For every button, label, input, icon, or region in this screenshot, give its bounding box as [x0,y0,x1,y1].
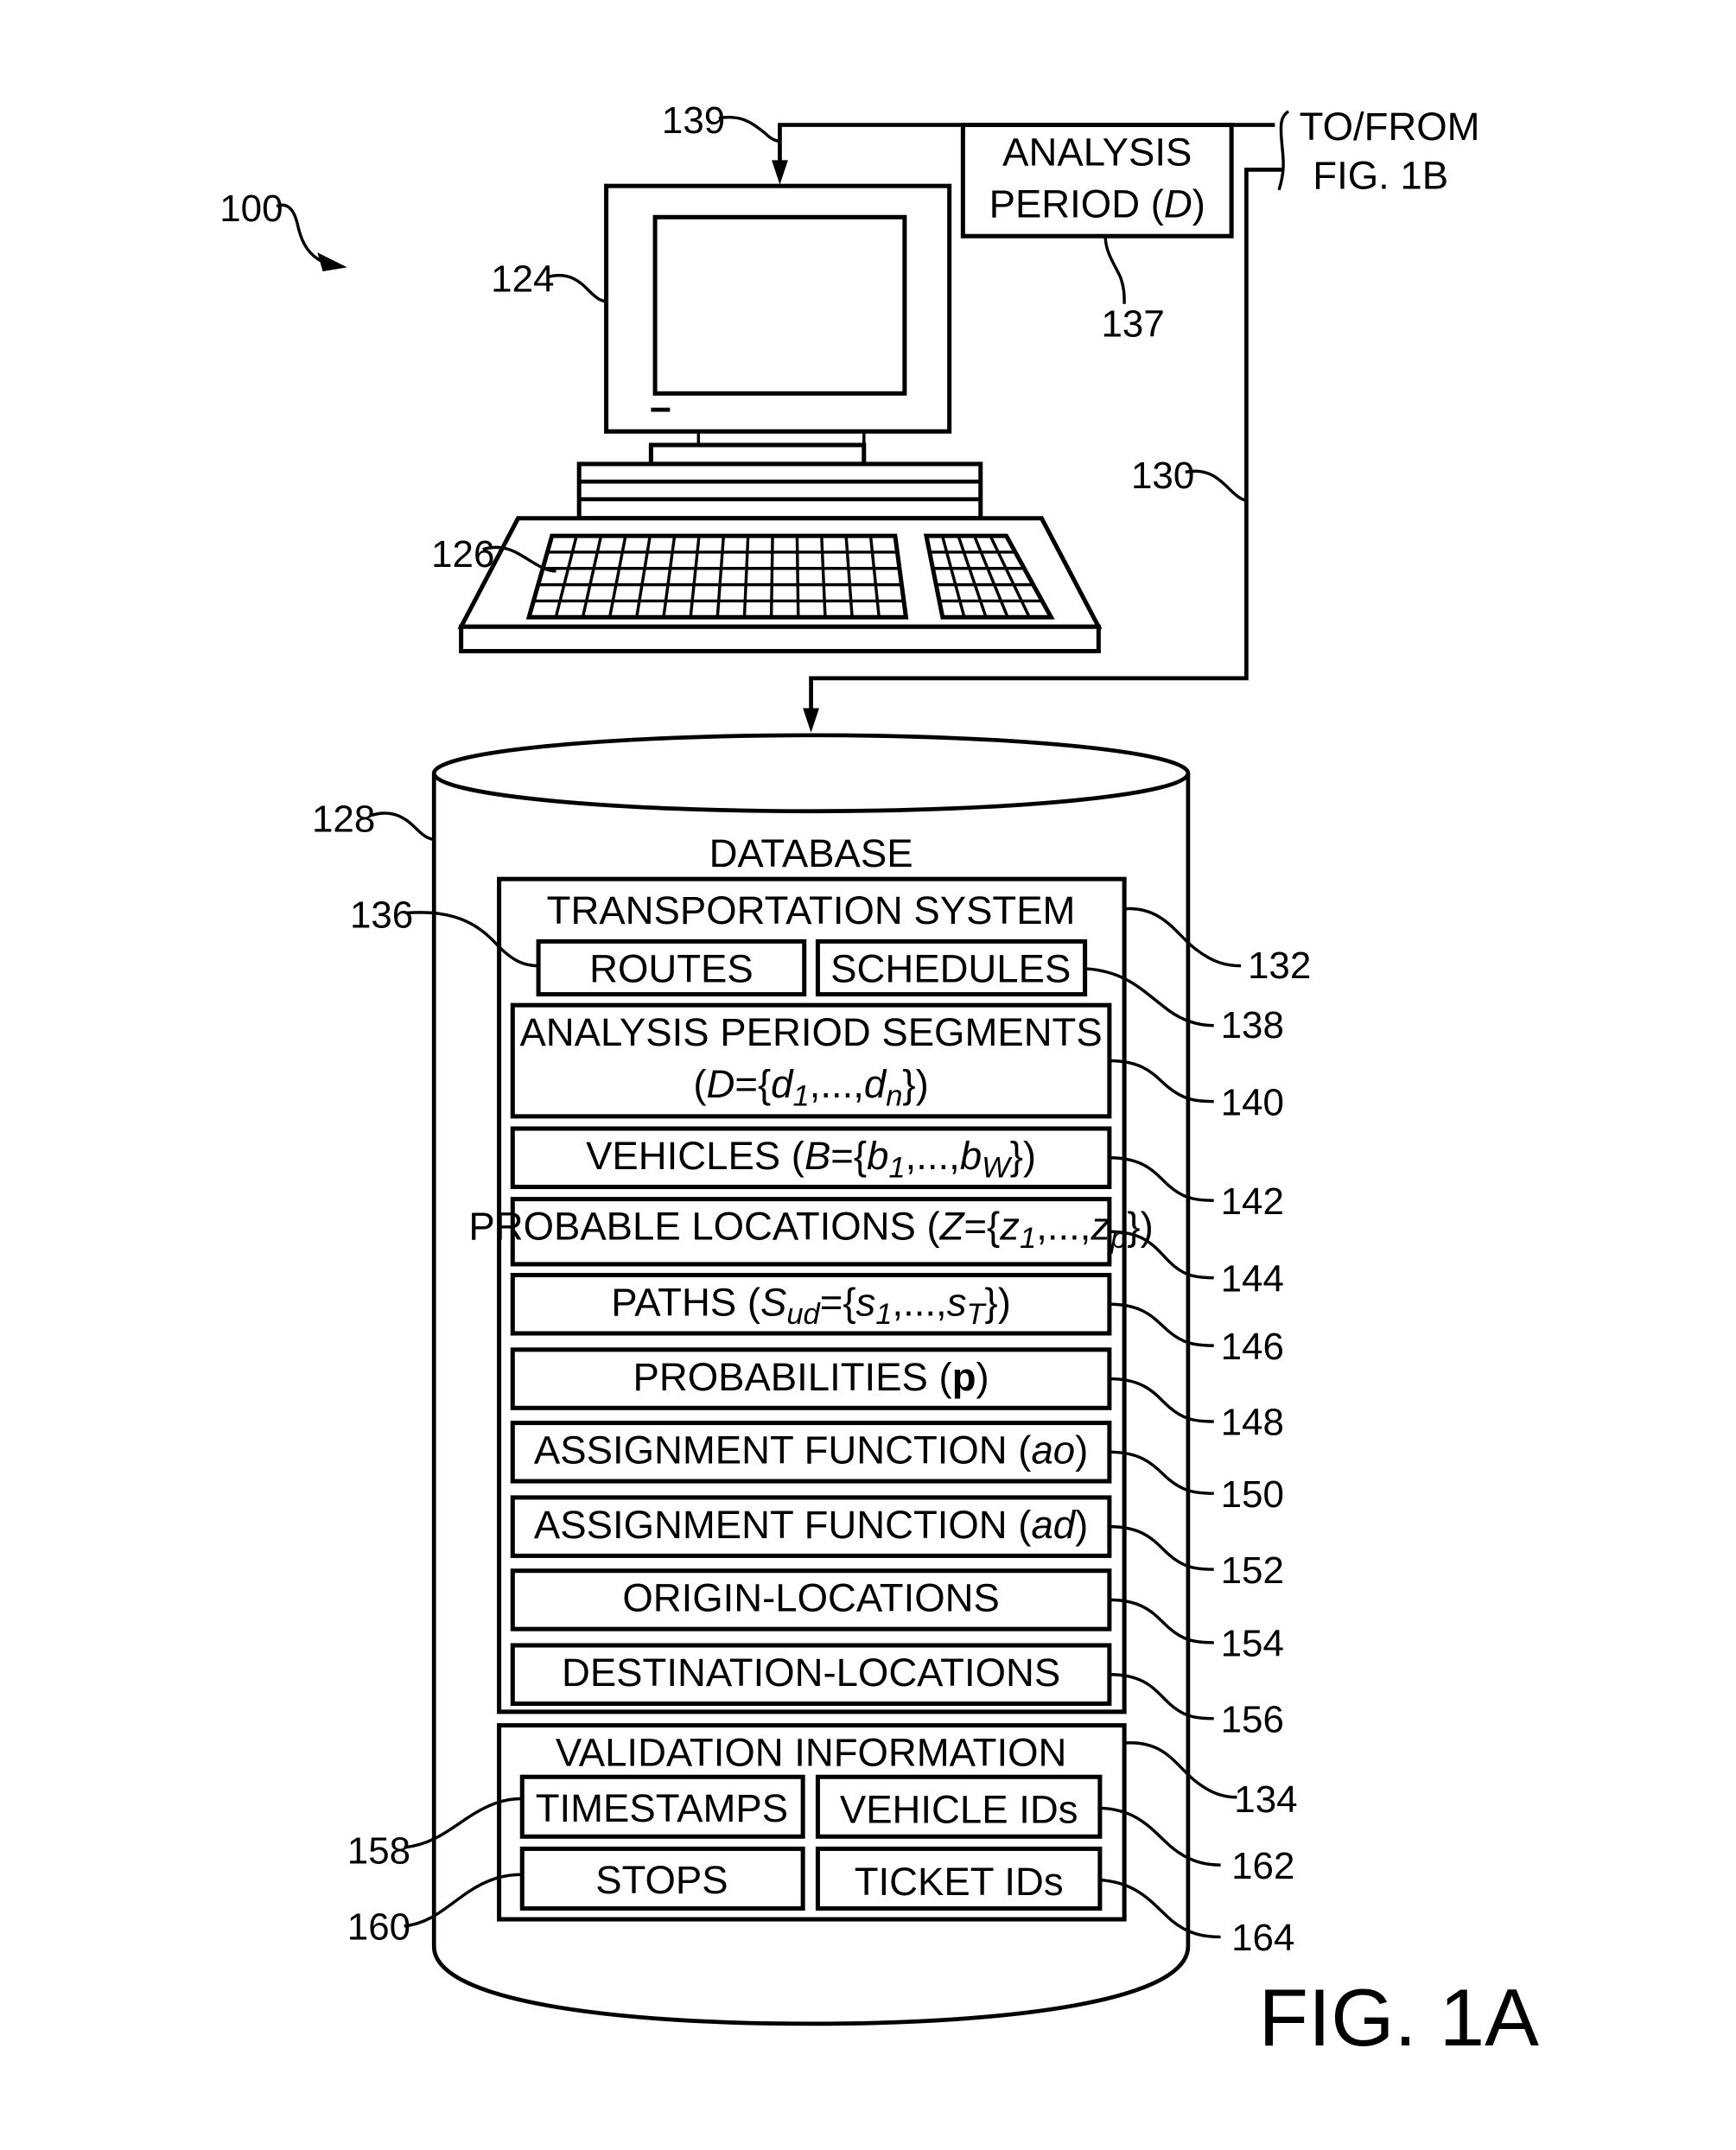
timestamps-label: TIMESTAMPS [536,1786,788,1830]
offpage-line1: TO/FROM [1300,105,1480,149]
leader-124 [547,274,607,303]
item-label: PROBABLE LOCATIONS (Z={z1,...,zp}) [468,1205,1153,1255]
ref-136: 136 [350,894,413,937]
ref-130: 130 [1131,455,1194,497]
transportation-items: ANALYSIS PERIOD SEGMENTS(D={d1,...,dn}) 1… [468,1002,1284,1740]
leader-137 [1103,236,1126,304]
item-label: VEHICLES (B={b1,...,bW}) [586,1134,1036,1184]
arrowhead-139 [772,160,788,185]
ref-134: 134 [1234,1778,1297,1821]
offpage-line2: FIG. 1B [1313,153,1448,197]
validation-information-title: VALIDATION INFORMATION [556,1731,1067,1775]
item-ref: 140 [1221,1081,1284,1123]
transportation-item: ANALYSIS PERIOD SEGMENTS(D={d1,...,dn}) 1… [510,1002,1284,1123]
leader-132 [1124,906,1242,968]
item-ref: 146 [1221,1326,1284,1368]
database-title: DATABASE [709,831,913,875]
item-label: PROBABILITIES (p) [633,1355,989,1399]
leader-139 [718,115,780,143]
routes-label: ROUTES [589,946,754,990]
leader-128 [371,811,435,842]
ref-137: 137 [1101,302,1164,345]
key-col-line [795,536,800,618]
arrowhead-100 [317,252,347,272]
ref-160: 160 [347,1906,410,1949]
leader-130 [1185,469,1247,502]
monitor-screen [652,214,907,396]
ref-132: 132 [1248,945,1311,987]
monitor [604,183,952,467]
item-ref: 152 [1221,1549,1284,1592]
ref-124: 124 [491,258,554,301]
item-ref: 150 [1221,1473,1284,1516]
analysis-period-line1: ANALYSIS [1002,130,1192,175]
ref-139: 139 [662,99,725,142]
cpu-case [576,461,983,521]
transportation-system-title: TRANSPORTATION SYSTEM [547,888,1076,932]
keyboard [457,516,1103,654]
ref-126: 126 [431,533,494,576]
item-label: ASSIGNMENT FUNCTION (ao) [534,1428,1088,1473]
ref-162: 162 [1231,1845,1294,1887]
figure-label: FIG. 1A [1259,1972,1540,2063]
item-label: ASSIGNMENT FUNCTION (ad) [534,1503,1088,1547]
leader-134 [1124,1741,1237,1799]
item-ref: 144 [1221,1257,1284,1300]
ticket-ids-label: TICKET IDs [855,1860,1064,1904]
keyboard-front [459,624,1101,654]
ref-164: 164 [1231,1917,1294,1959]
item-ref: 148 [1221,1402,1284,1444]
offpage-brace [1277,110,1290,191]
cylinder-top [431,733,1191,814]
arrowhead-130 [803,708,819,733]
key-col-line [769,536,774,618]
ref-100: 100 [219,188,283,230]
leader-100 [276,203,324,264]
item-label: ORIGIN-LOCATIONS [622,1576,1000,1620]
schedules-label: SCHEDULES [830,946,1071,990]
item-label: ANALYSIS PERIOD SEGMENTS [519,1010,1102,1054]
item-ref: 142 [1221,1180,1284,1223]
ref-138: 138 [1221,1004,1284,1046]
patent-figure: 100 139 ANALYSIS PERIOD (D) 137 TO/FROM … [219,99,1540,2063]
computer-unit [576,461,983,521]
stops-label: STOPS [595,1858,728,1902]
analysis-period-line2: PERIOD (D) [989,181,1205,226]
item-ref: 156 [1221,1698,1284,1740]
ref-128: 128 [312,798,375,840]
monitor-base [648,442,867,467]
item-ref: 154 [1221,1623,1284,1665]
item-label: DESTINATION-LOCATIONS [562,1651,1060,1695]
vehicle-ids-label: VEHICLE IDs [840,1788,1078,1832]
ref-158: 158 [347,1830,410,1873]
